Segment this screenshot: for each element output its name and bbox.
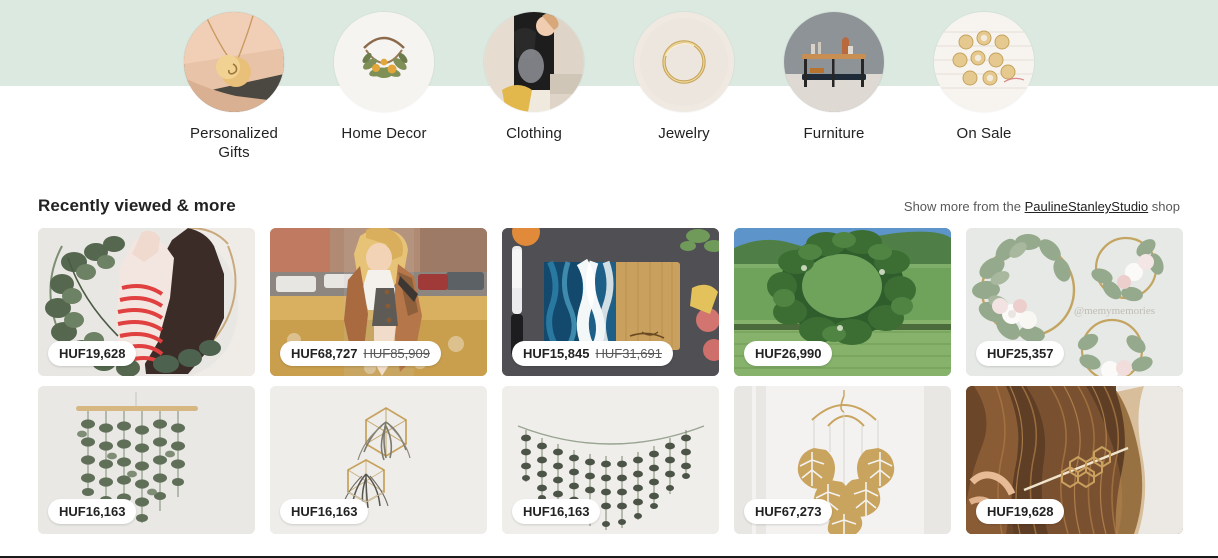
show-more-prefix: Show more from the: [903, 199, 1021, 214]
shop-link[interactable]: PaulineStanleyStudio: [1025, 199, 1149, 214]
listing-price: HUF16,163: [523, 504, 590, 519]
listing-card[interactable]: HUF15,845 HUF31,691: [502, 228, 719, 376]
price-badge: HUF16,163: [512, 499, 601, 524]
listing-price: HUF19,628: [59, 346, 126, 361]
product-listing-page: Personalized Gifts Home Decor Clothing J…: [0, 0, 1218, 558]
price-badge: HUF16,163: [48, 499, 137, 524]
category-label: Personalized Gifts: [190, 125, 278, 161]
category-personalized-gifts[interactable]: Personalized Gifts: [184, 12, 284, 162]
category-furniture[interactable]: Furniture: [784, 12, 884, 143]
listing-card[interactable]: HUF16,163: [502, 386, 719, 534]
listing-price: HUF15,845: [523, 346, 590, 361]
page-title: Recently viewed & more: [38, 196, 236, 215]
listing-original-price: HUF31,691: [595, 346, 662, 361]
listing-card[interactable]: HUF68,727 HUF85,909: [270, 228, 487, 376]
category-label: Jewelry: [658, 125, 710, 142]
price-badge: HUF19,628: [976, 499, 1065, 524]
category-jewelry[interactable]: Jewelry: [634, 12, 734, 143]
price-badge: HUF16,163: [280, 499, 369, 524]
category-label: Home Decor: [341, 125, 427, 142]
wreath-photo-icon: [334, 12, 434, 112]
listing-card[interactable]: HUF19,628: [966, 386, 1183, 534]
listing-card[interactable]: HUF19,628: [38, 228, 255, 376]
price-badge: HUF67,273: [744, 499, 833, 524]
price-badge: HUF26,990: [744, 341, 833, 366]
listing-card[interactable]: HUF16,163: [38, 386, 255, 534]
category-label: Furniture: [803, 125, 865, 142]
necklace-photo-icon: [184, 12, 284, 112]
listing-price: HUF67,273: [755, 504, 822, 519]
category-label: Clothing: [506, 125, 562, 142]
category-clothing[interactable]: Clothing: [484, 12, 584, 143]
sale-items-photo-icon: [934, 12, 1034, 112]
listing-card[interactable]: HUF67,273: [734, 386, 951, 534]
price-badge: HUF68,727 HUF85,909: [280, 341, 441, 366]
listing-price: HUF25,357: [987, 346, 1054, 361]
listing-card[interactable]: @memymemories HUF25,357: [966, 228, 1183, 376]
listing-price: HUF16,163: [59, 504, 126, 519]
listing-price: HUF16,163: [291, 504, 358, 519]
category-label: On Sale: [956, 125, 1012, 142]
listing-original-price: HUF85,909: [363, 346, 430, 361]
price-badge: HUF25,357: [976, 341, 1065, 366]
listing-card[interactable]: HUF26,990: [734, 228, 951, 376]
category-strip: Personalized Gifts Home Decor Clothing J…: [0, 0, 1218, 170]
listing-price: HUF68,727: [291, 346, 358, 361]
category-home-decor[interactable]: Home Decor: [334, 12, 434, 143]
listing-card[interactable]: HUF16,163: [270, 386, 487, 534]
section-header: Recently viewed & more Show more from th…: [0, 196, 1218, 216]
listing-price: HUF26,990: [755, 346, 822, 361]
show-more-shop-text: Show more from the PaulineStanleyStudio …: [904, 199, 1180, 214]
show-more-suffix: shop: [1151, 199, 1180, 214]
svg-text:@memymemories: @memymemories: [1074, 305, 1155, 317]
bangle-photo-icon: [634, 12, 734, 112]
clothing-photo-icon: [484, 12, 584, 112]
listing-price: HUF19,628: [987, 504, 1054, 519]
price-badge: HUF15,845 HUF31,691: [512, 341, 673, 366]
listing-grid: HUF19,628 HUF68,727 HUF85,909 HUF15,845 …: [38, 228, 1186, 534]
price-badge: HUF19,628: [48, 341, 137, 366]
console-table-photo-icon: [784, 12, 884, 112]
category-on-sale[interactable]: On Sale: [934, 12, 1034, 143]
